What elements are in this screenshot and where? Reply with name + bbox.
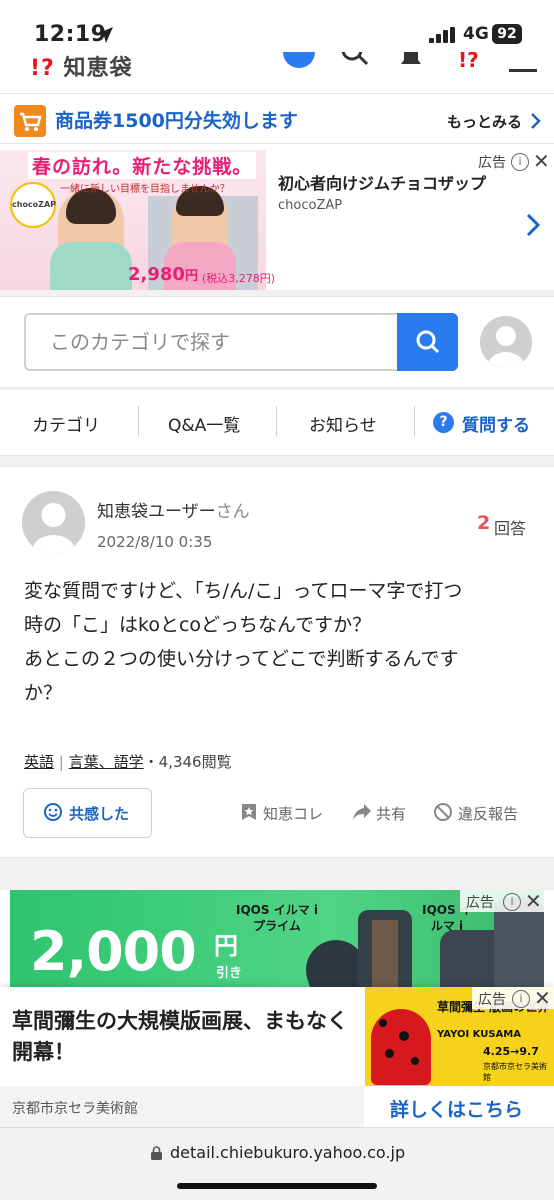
ask-question-button[interactable]: 質問する: [462, 411, 530, 436]
chocozap-logo: chocoZAP: [10, 182, 56, 228]
logo-mark: !?: [30, 56, 55, 81]
ad-discount-sub: 引き: [216, 966, 243, 981]
menu-icon[interactable]: [509, 69, 537, 72]
section-divider: [0, 456, 554, 466]
ad-label: 広告: [478, 155, 506, 171]
question-mark-icon[interactable]: ?: [433, 412, 454, 433]
nav-item-category[interactable]: カテゴリ: [32, 411, 100, 436]
view-count: ・4,346閲覧: [143, 753, 232, 771]
empathy-label[interactable]: 共感した: [69, 803, 129, 824]
answer-count-label[interactable]: 回答: [494, 515, 526, 539]
tag-separator: |: [58, 753, 64, 771]
ad-discount: 2,000: [30, 920, 197, 983]
poster-dot: [385, 1049, 394, 1058]
share-icon: [353, 804, 371, 820]
banner-title[interactable]: 草間彌生の大規模版画展、まもなく開幕！: [12, 1006, 352, 1068]
smile-icon: [44, 803, 62, 821]
poster-dot: [379, 1019, 387, 1027]
nav-divider: [414, 406, 415, 436]
ad-info-icon[interactable]: i: [512, 990, 530, 1008]
avatar[interactable]: [480, 316, 532, 368]
prohibited-icon: [434, 803, 452, 821]
nav-item-qa-list[interactable]: Q&A一覧: [168, 411, 240, 436]
promo-text[interactable]: 商品券1500円分失効します: [55, 106, 298, 133]
ad-brand: chocoZAP: [278, 198, 343, 213]
question-line: あとこの２つの使い分けってどこで判断するんです: [24, 648, 459, 670]
tag-link[interactable]: 言葉、語学: [69, 753, 144, 771]
nav-divider: [276, 406, 277, 436]
search-button[interactable]: [397, 313, 458, 371]
browser-url-bar[interactable]: [0, 1127, 554, 1200]
share-button[interactable]: 共有: [376, 803, 406, 824]
chie-collection-button[interactable]: 知恵コレ: [263, 803, 323, 824]
ad-shirt-left: [50, 242, 132, 290]
ad-label: 広告: [466, 895, 494, 911]
poster-dot: [411, 1057, 419, 1065]
network-label: 4G: [463, 24, 489, 44]
author-honorific: さん: [215, 502, 250, 522]
answer-count[interactable]: 2: [477, 512, 490, 534]
signal-icon: [429, 27, 455, 43]
logo-text: 知恵袋: [63, 56, 133, 81]
ad-info-icon[interactable]: i: [511, 153, 529, 171]
ad-headline: 春の訪れ。新たな挑戦。: [28, 152, 257, 179]
ad-close-icon[interactable]: ✕: [525, 891, 542, 911]
url-text[interactable]: detail.chiebukuro.yahoo.co.jp: [170, 1143, 405, 1162]
poster-venue: 京都市京セラ美術館: [483, 1062, 547, 1082]
banner-cta-button[interactable]: 詳しくはこちら: [390, 1095, 523, 1122]
lock-icon: [151, 1146, 162, 1160]
ad-close-icon[interactable]: ✕: [533, 151, 550, 171]
author-name: 知恵袋ユーザー: [97, 502, 216, 522]
section-divider: [0, 858, 554, 890]
site-logo[interactable]: !? 知恵袋: [30, 52, 132, 82]
nav-item-notices[interactable]: お知らせ: [309, 411, 377, 436]
ad-subline: 一緒に新しい目標を目指しませんか？: [60, 184, 230, 195]
cart-icon: [14, 105, 46, 137]
ad-close-icon[interactable]: ✕: [534, 988, 551, 1008]
question-line: か？: [24, 682, 63, 704]
chevron-right-icon[interactable]: [526, 213, 540, 237]
ad-product-a: IQOS イルマ i プライム: [236, 903, 318, 933]
question-body: 変な質問ですけど、「ち/ん/こ」ってローマ字で打つ 時の「こ」はkoとcoどっち…: [24, 574, 534, 710]
ad-label: 広告: [478, 992, 506, 1008]
more-link[interactable]: もっとみる: [447, 111, 522, 132]
question-line: 時の「こ」はkoとcoどっちなんですか？: [24, 614, 372, 636]
notice-mark-icon[interactable]: !?: [458, 52, 479, 72]
ad-device-texture: [372, 920, 398, 990]
question-date: 2022/8/10 0:35: [97, 533, 213, 551]
question-tags: 英語 | 言葉、語学・4,346閲覧: [24, 751, 232, 772]
question-author[interactable]: 知恵袋ユーザーさん: [97, 497, 250, 522]
search-icon[interactable]: [341, 52, 369, 68]
ad-tax-note: (税込3,278円): [202, 272, 276, 285]
home-indicator[interactable]: [177, 1183, 377, 1189]
bell-icon[interactable]: [397, 52, 425, 70]
question-line: 変な質問ですけど、「ち/ん/こ」ってローマ字で打つ: [24, 580, 463, 602]
ad-price-unit: 円: [184, 269, 198, 284]
poster-dot: [399, 1031, 409, 1041]
banner-sponsor: 京都市京セラ美術館: [12, 1101, 138, 1117]
ad-info-icon[interactable]: i: [503, 893, 521, 911]
ad-price: 2,980円: [128, 264, 198, 285]
nav-divider: [138, 406, 139, 436]
search-input[interactable]: このカテゴリで探す: [24, 313, 398, 371]
location-arrow-icon: [97, 27, 113, 43]
tag-link[interactable]: 英語: [24, 753, 54, 771]
report-button[interactable]: 違反報告: [458, 803, 518, 824]
site-header: !? 知恵袋 !?: [0, 52, 554, 94]
poster-date: 4.25→9.7: [483, 1045, 539, 1058]
battery-icon: 92: [492, 24, 522, 44]
poster-en: YAYOI KUSAMA: [437, 1029, 521, 1040]
header-blue-icon[interactable]: [283, 52, 315, 68]
chevron-right-icon: [531, 113, 541, 129]
ad-discount-value: 2,000: [30, 920, 197, 983]
user-avatar[interactable]: [22, 491, 85, 554]
ad-title[interactable]: 初心者向けジムチョコザップ: [278, 170, 486, 194]
ad-price-value: 2,980: [128, 264, 185, 285]
bookmark-star-icon: [242, 804, 256, 820]
